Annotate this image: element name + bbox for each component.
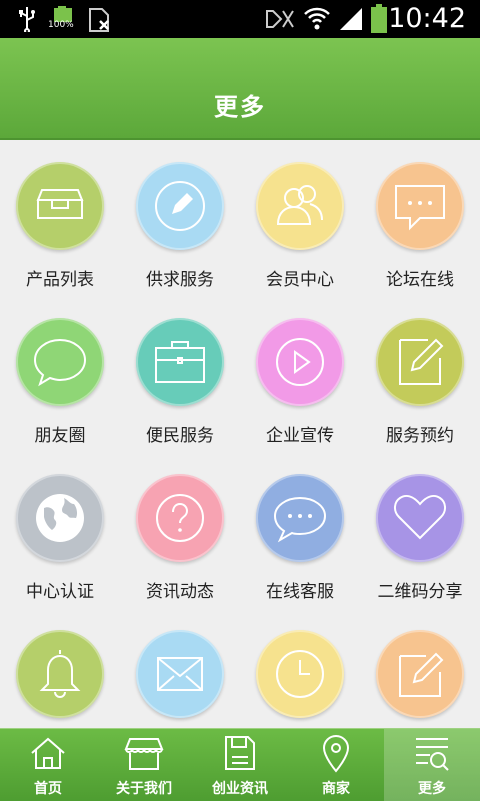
grid-item-products[interactable]: 产品列表 [0, 140, 120, 290]
chat-dots-icon [395, 185, 445, 231]
grid-item-label: 中心认证 [26, 582, 94, 602]
signal-icon [340, 8, 362, 30]
mute-icon [266, 10, 294, 28]
status-time: 10:42 [388, 3, 466, 34]
icon-circle [256, 630, 344, 718]
home-icon [31, 737, 65, 769]
icon-circle [256, 162, 344, 250]
icon-circle [16, 162, 104, 250]
grid-item-schedule[interactable] [240, 608, 360, 728]
icon-circle [136, 474, 224, 562]
icon-circle [256, 318, 344, 406]
grid-item-label: 企业宣传 [266, 426, 334, 446]
icon-circle [136, 162, 224, 250]
grid-item-label: 会员中心 [266, 270, 334, 290]
nav-home[interactable]: 首页 [0, 729, 96, 801]
grid-item-supply-demand[interactable]: 供求服务 [120, 140, 240, 290]
grid-item-forum[interactable]: 论坛在线 [360, 140, 480, 290]
grid-item-notifications[interactable] [0, 608, 120, 728]
grid-item-label: 论坛在线 [386, 270, 454, 290]
clock-icon [276, 650, 324, 698]
question-icon [156, 494, 204, 542]
nav-label: 创业资讯 [212, 781, 268, 797]
save-icon [225, 736, 255, 770]
icon-circle [136, 630, 224, 718]
icon-circle [16, 474, 104, 562]
bell-icon [39, 650, 81, 698]
nav-label: 更多 [418, 781, 446, 797]
mail-icon [157, 657, 203, 691]
status-bar: 100% 10:42 [0, 0, 480, 38]
grid-item-booking[interactable]: 服务预约 [360, 296, 480, 446]
grid-item-label: 二维码分享 [377, 582, 463, 602]
note-edit-icon [399, 338, 444, 385]
grid-item-label: 朋友圈 [34, 426, 86, 446]
location-pin-icon [322, 735, 350, 773]
nav-merchants[interactable]: 商家 [288, 729, 384, 801]
nav-label: 关于我们 [116, 781, 172, 797]
icon-circle [256, 474, 344, 562]
grid-item-notes[interactable] [360, 608, 480, 728]
wifi-icon [304, 7, 330, 30]
grid-item-label: 供求服务 [146, 270, 214, 290]
briefcase-icon [155, 341, 205, 383]
play-icon [276, 338, 324, 386]
icon-circle [16, 318, 104, 406]
tray-icon [36, 189, 84, 219]
bottom-nav: 首页 关于我们 创业资讯 商家 更多 [0, 728, 480, 801]
more-list-icon [416, 738, 449, 771]
icon-circle [376, 162, 464, 250]
nav-label: 商家 [322, 781, 350, 797]
grid-item-friends[interactable]: 朋友圈 [0, 296, 120, 446]
grid-item-member-center[interactable]: 会员中心 [240, 140, 360, 290]
nav-startup-news[interactable]: 创业资讯 [192, 729, 288, 801]
nav-about-us[interactable]: 关于我们 [96, 729, 192, 801]
battery-percent: 100% [48, 20, 74, 30]
pencil-icon [155, 181, 205, 231]
grid-item-label: 便民服务 [146, 426, 214, 446]
grid-item-label: 产品列表 [26, 270, 94, 290]
nav-more[interactable]: 更多 [384, 729, 480, 801]
battery-icon: 100% [48, 6, 74, 30]
heart-icon [394, 495, 446, 540]
grid-item-messages[interactable] [120, 608, 240, 728]
icon-circle [376, 318, 464, 406]
grid-item-online-service[interactable]: 在线客服 [240, 452, 360, 602]
grid-item-qr-share[interactable]: 二维码分享 [360, 452, 480, 602]
shop-icon [124, 738, 164, 770]
grid-item-news[interactable]: 资讯动态 [120, 452, 240, 602]
users-icon [276, 185, 323, 225]
chat-dots-icon [273, 496, 327, 543]
icon-circle [136, 318, 224, 406]
grid-item-label: 资讯动态 [146, 582, 214, 602]
speech-bubble-icon [33, 338, 87, 387]
grid-item-certification[interactable]: 中心认证 [0, 452, 120, 602]
globe-icon [36, 494, 84, 542]
grid-item-promotion[interactable]: 企业宣传 [240, 296, 360, 446]
page-title: 更多 [214, 93, 266, 121]
grid-item-label: 在线客服 [266, 582, 334, 602]
nav-label: 首页 [34, 781, 62, 797]
usb-icon [19, 7, 35, 32]
app-header: 更多 [0, 38, 480, 140]
grid-item-label: 服务预约 [386, 426, 454, 446]
grid-item-convenience[interactable]: 便民服务 [120, 296, 240, 446]
sim-icon [89, 8, 109, 32]
feature-grid: 产品列表 供求服务 会员中心 论坛在线 朋友圈 便民服务 企业宣传 服务预约 中… [0, 140, 480, 728]
note-edit-icon [399, 652, 444, 697]
icon-circle [376, 630, 464, 718]
icon-circle [376, 474, 464, 562]
icon-circle [16, 630, 104, 718]
battery-icon [371, 4, 387, 33]
